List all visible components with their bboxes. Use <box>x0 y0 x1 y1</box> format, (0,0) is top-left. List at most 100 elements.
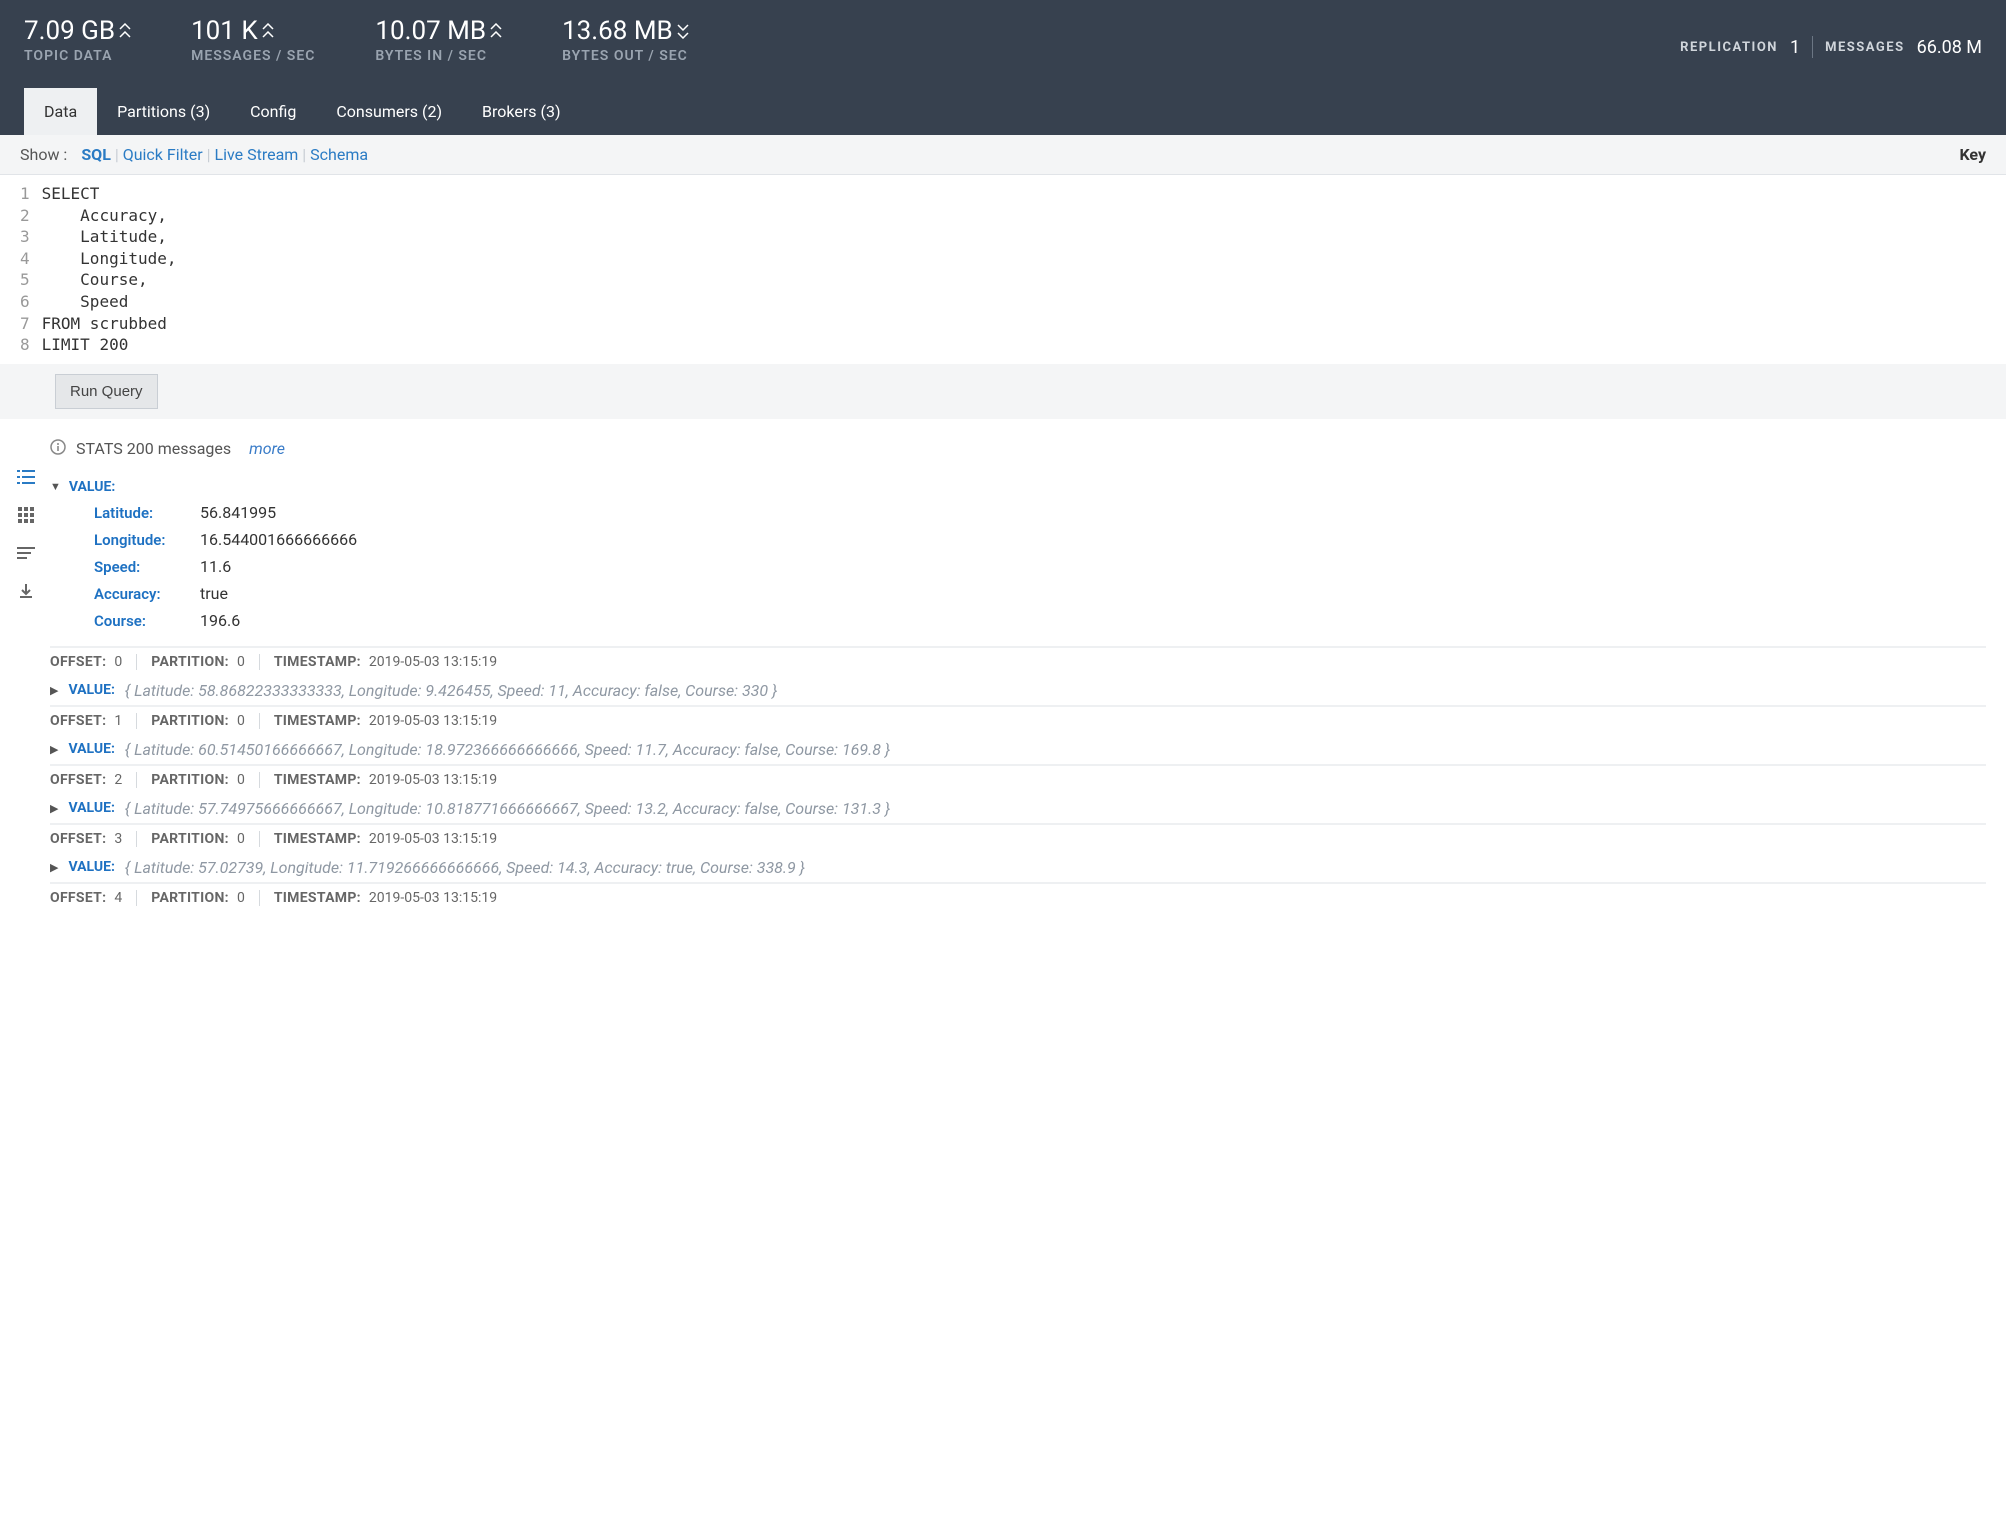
timestamp-label: TIMESTAMP: <box>274 890 361 906</box>
expanded-result: ▼ VALUE: Latitude:56.841995Longitude:16.… <box>50 475 1986 634</box>
subbar-link-schema[interactable]: Schema <box>310 145 368 164</box>
line-numbers: 12345678 <box>20 183 42 356</box>
chevron-up-icon <box>262 23 274 39</box>
show-label: Show : <box>20 145 67 164</box>
grid-view-icon[interactable] <box>16 505 36 525</box>
field-row: Course:196.6 <box>94 607 1986 634</box>
result-item: OFFSET:1PARTITION:0TIMESTAMP:2019-05-03 … <box>50 705 1986 764</box>
code-body[interactable]: SELECT Accuracy, Latitude, Longitude, Co… <box>42 183 177 356</box>
metric-messages-sec-label: MESSAGES / SEC <box>191 48 315 64</box>
divider: | <box>203 145 215 164</box>
subbar-link-live-stream[interactable]: Live Stream <box>214 145 298 164</box>
results-list: OFFSET: 0 PARTITION: 0 TIMESTAMP: 2019-05-03 … <box>50 646 1986 912</box>
offset-value: 0 <box>114 654 122 670</box>
divider <box>259 772 260 788</box>
key-toggle[interactable]: Key <box>1959 145 1986 164</box>
chevron-up-icon <box>119 23 131 39</box>
collapsed-value-row[interactable]: ▶VALUE:{ Latitude: 58.86822333333333, Lo… <box>50 676 1986 705</box>
tab-brokers-3-[interactable]: Brokers (3) <box>462 88 580 135</box>
divider <box>259 654 260 670</box>
tab-config[interactable]: Config <box>230 88 316 135</box>
divider <box>259 890 260 906</box>
offset-label: OFFSET: <box>50 713 106 729</box>
chevron-up-icon <box>490 23 502 39</box>
value-label: VALUE: <box>69 479 115 495</box>
content-area: STATS 200 messages more ▼ VALUE: Latitud… <box>0 419 2006 912</box>
timestamp-value: 2019-05-03 13:15:19 <box>369 890 497 906</box>
caret-right-icon: ▶ <box>50 743 58 756</box>
field-key: Course: <box>94 612 184 630</box>
meta-row: OFFSET:3PARTITION:0TIMESTAMP:2019-05-03 … <box>50 824 1986 853</box>
field-value: 16.544001666666666 <box>200 530 357 549</box>
offset-label: OFFSET: <box>50 831 106 847</box>
result-item: OFFSET:2PARTITION:0TIMESTAMP:2019-05-03 … <box>50 764 1986 823</box>
value-label: VALUE: <box>68 800 114 816</box>
field-row: Accuracy:true <box>94 580 1986 607</box>
partition-label: PARTITION: <box>151 713 229 729</box>
caret-right-icon: ▶ <box>50 861 58 874</box>
expanded-value-header[interactable]: ▼ VALUE: <box>50 475 1986 499</box>
result-item: OFFSET:3PARTITION:0TIMESTAMP:2019-05-03 … <box>50 823 1986 882</box>
metric-messages-sec: 101 K MESSAGES / SEC <box>191 16 315 64</box>
divider <box>136 831 137 847</box>
field-key: Longitude: <box>94 531 184 549</box>
sub-toolbar: Show : SQL | Quick Filter | Live Stream … <box>0 135 2006 175</box>
metric-bytes-out-value: 13.68 MB <box>562 16 673 46</box>
timestamp-value: 2019-05-03 13:15:19 <box>369 654 497 670</box>
metric-topic-data-value: 7.09 GB <box>24 16 115 46</box>
offset-value: 4 <box>114 890 122 906</box>
value-label: VALUE: <box>68 741 114 757</box>
tab-partitions-3-[interactable]: Partitions (3) <box>97 88 230 135</box>
divider <box>259 831 260 847</box>
more-link[interactable]: more <box>249 439 285 458</box>
download-icon[interactable] <box>16 581 36 601</box>
timestamp-label: TIMESTAMP: <box>274 654 361 670</box>
divider: | <box>111 145 123 164</box>
partition-value: 0 <box>237 831 245 847</box>
chevron-down-icon <box>677 23 689 39</box>
offset-label: OFFSET: <box>50 890 106 906</box>
divider <box>136 654 137 670</box>
subbar-link-sql[interactable]: SQL <box>81 145 111 164</box>
timestamp-label: TIMESTAMP: <box>274 831 361 847</box>
stats-text: STATS 200 messages <box>76 439 231 458</box>
timestamp-value: 2019-05-03 13:15:19 <box>369 831 497 847</box>
result-item: OFFSET:0PARTITION:0TIMESTAMP:2019-05-03 … <box>50 646 1986 705</box>
timestamp-value: 2019-05-03 13:15:19 <box>369 713 497 729</box>
collapsed-value-row[interactable]: ▶VALUE:{ Latitude: 57.74975666666667, Lo… <box>50 794 1986 823</box>
expanded-fields: Latitude:56.841995Longitude:16.544001666… <box>50 499 1986 634</box>
field-row: Speed:11.6 <box>94 553 1986 580</box>
metric-bytes-in: 10.07 MB BYTES IN / SEC <box>375 16 502 64</box>
meta-row: OFFSET:0PARTITION:0TIMESTAMP:2019-05-03 … <box>50 647 1986 676</box>
info-icon <box>50 439 66 459</box>
partition-value: 0 <box>237 654 245 670</box>
json-preview: { Latitude: 58.86822333333333, Longitude… <box>125 681 777 700</box>
timestamp-value: 2019-05-03 13:15:19 <box>369 772 497 788</box>
caret-down-icon: ▼ <box>50 480 61 493</box>
partition-value: 0 <box>237 772 245 788</box>
json-preview: { Latitude: 60.51450166666667, Longitude… <box>125 740 890 759</box>
timestamp-label: TIMESTAMP: <box>274 772 361 788</box>
collapsed-value-row[interactable]: ▶ VALUE: { Latitude: 60.51450166666667, Lo… <box>50 735 1986 764</box>
json-preview: { Latitude: 57.74975666666667, Longitude… <box>125 799 890 818</box>
run-query-button[interactable]: Run Query <box>55 374 158 409</box>
divider: | <box>298 145 310 164</box>
messages-label: MESSAGES <box>1825 40 1905 55</box>
subbar-link-quick-filter[interactable]: Quick Filter <box>123 145 203 164</box>
metric-bytes-in-label: BYTES IN / SEC <box>375 48 502 64</box>
metric-topic-data-label: TOPIC DATA <box>24 48 131 64</box>
collapsed-value-row[interactable]: ▶VALUE:{ Latitude: 57.02739, Longitude: … <box>50 853 1986 882</box>
tab-consumers-2-[interactable]: Consumers (2) <box>316 88 462 135</box>
tabs: DataPartitions (3)ConfigConsumers (2)Bro… <box>24 88 1982 135</box>
divider <box>136 890 137 906</box>
stats-line: STATS 200 messages more <box>50 433 1986 475</box>
field-key: Accuracy: <box>94 585 184 603</box>
sql-editor[interactable]: 12345678 SELECT Accuracy, Latitude, Long… <box>0 175 2006 364</box>
actions-row: Run Query <box>0 364 2006 419</box>
tab-data[interactable]: Data <box>24 88 97 135</box>
meta-row: OFFSET:2PARTITION:0TIMESTAMP:2019-05-03 … <box>50 765 1986 794</box>
partition-value: 0 <box>237 713 245 729</box>
divider <box>136 772 137 788</box>
list-view-icon[interactable] <box>16 467 36 487</box>
lines-view-icon[interactable] <box>16 543 36 563</box>
